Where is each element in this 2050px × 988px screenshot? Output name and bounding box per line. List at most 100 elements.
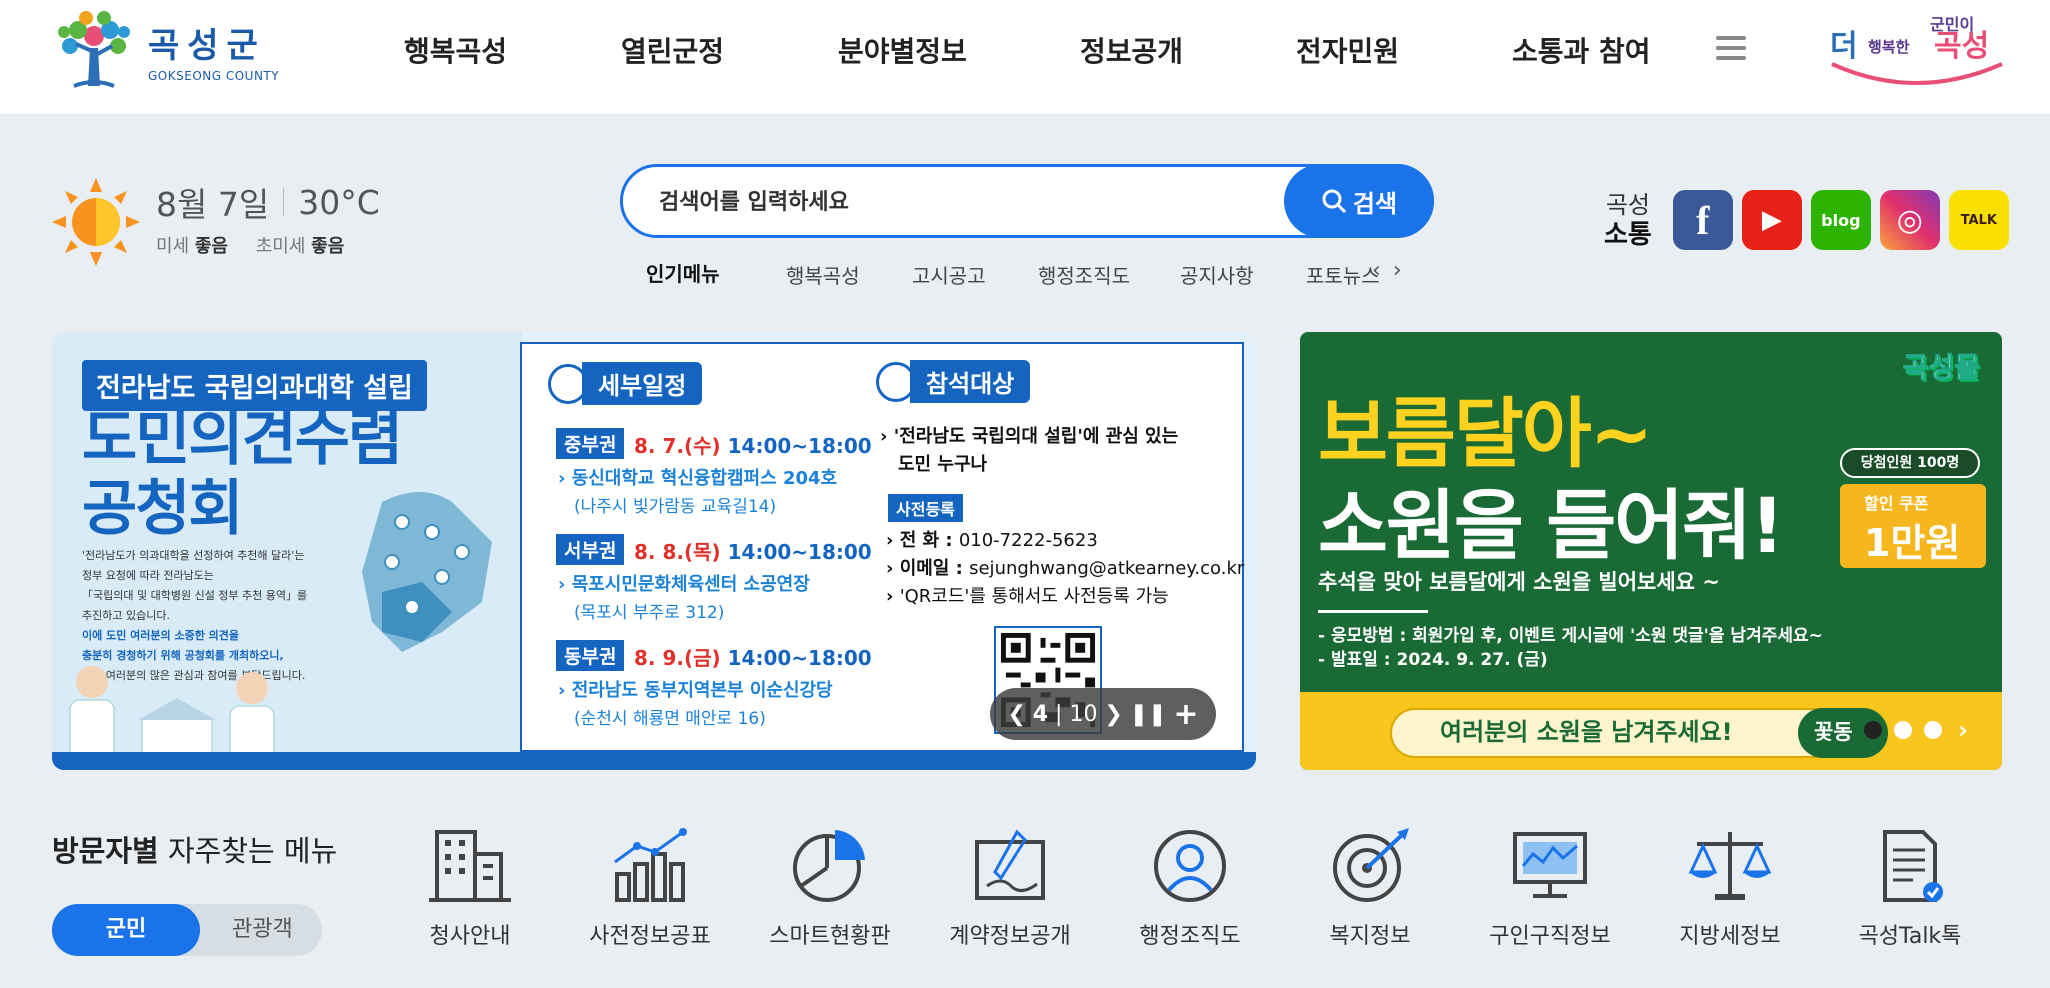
event-next-icon[interactable]: ›	[1958, 716, 1968, 744]
qr-note: 'QR코드'를 통해서도 사전등록 가능	[899, 586, 1169, 607]
quick-menu-label: 지방세정보	[1679, 924, 1781, 949]
event-info: - 응모방법 : 회원가입 후, 이벤트 게시글에 '소원 댓글'을 남겨주세요…	[1318, 624, 1823, 672]
building-icon	[429, 830, 511, 902]
attendee-title-label: 참석대상	[910, 360, 1031, 403]
search-input[interactable]	[659, 185, 1279, 219]
desc-line: 정부 요청에 따라 전라남도는	[82, 569, 214, 582]
slide-dot[interactable]	[1864, 721, 1882, 739]
popular-item[interactable]: 포토뉴스	[1306, 260, 1380, 288]
nav-happy-gokseong[interactable]: 행복곡성	[404, 30, 507, 70]
youtube-icon[interactable]: ▶	[1741, 190, 1802, 250]
next-arrow-icon[interactable]: ›	[1393, 258, 1402, 283]
popular-item[interactable]: 행정조직도	[1038, 260, 1130, 289]
schedule-place: › 목포시민문화체육센터 소공연장	[558, 574, 810, 595]
instagram-icon[interactable]: ◎	[1879, 190, 1940, 250]
quick-menu-item[interactable]: 계약정보공개	[920, 828, 1100, 950]
schedule-title-label: 세부일정	[582, 362, 703, 405]
slide-dot[interactable]	[1894, 721, 1912, 739]
quick-menu-label: 구인구직정보	[1489, 924, 1611, 949]
schedule-place: › 전라남도 동부지역본부 이순신강당	[558, 680, 833, 701]
chart-icon	[614, 828, 687, 902]
ultrafine-dust-label: 초미세	[255, 236, 306, 257]
slide-plus-icon[interactable]: +	[1173, 697, 1198, 732]
attendee-line-1: › '전라남도 국립의대 설립'에 관심 있는	[880, 426, 1179, 447]
kakaotalk-icon[interactable]: TALK	[1948, 190, 2009, 250]
schedule-place-text: 목포시민문화체육센터 소공연장	[571, 574, 810, 595]
svg-text:더: 더	[1830, 29, 1858, 64]
schedule-datetime: 8. 8.(목) 14:00~18:00	[634, 536, 872, 565]
quick-menu-item[interactable]: 행정조직도	[1100, 828, 1280, 950]
logo-title-ko: 곡성군	[148, 25, 266, 66]
slide-dot[interactable]	[1924, 721, 1942, 739]
svg-text:곡성: 곡성	[1934, 29, 1989, 64]
quick-menu-label: 행정조직도	[1139, 924, 1241, 949]
sns-label-line1: 곡성	[1605, 191, 1650, 219]
quick-menu-item[interactable]: 스마트현황판	[740, 828, 920, 950]
visitor-toggle: 군민 관광객	[52, 904, 322, 956]
schedule-date: 8. 9.(금)	[634, 646, 721, 670]
site-logo[interactable]: 곡성군 GOKSEONG COUNTY	[52, 8, 279, 92]
facebook-icon[interactable]: f	[1672, 190, 1733, 250]
weather-temperature: 30°C	[298, 182, 380, 222]
blog-icon[interactable]: blog	[1810, 190, 1871, 250]
youtube-glyph: ▶	[1761, 205, 1782, 235]
nav-info-disclosure[interactable]: 정보공개	[1080, 30, 1183, 70]
slide-next-icon[interactable]: ❯	[1104, 702, 1122, 727]
tab-citizen[interactable]: 군민	[52, 904, 200, 956]
nav-open-admin[interactable]: 열린군정	[621, 30, 724, 70]
quick-menu-item[interactable]: 지방세정보	[1640, 828, 1820, 950]
logo-title-en: GOKSEONG COUNTY	[148, 68, 280, 83]
korea-map-illustration	[362, 492, 492, 652]
svg-text:행복한: 행복한	[1868, 38, 1910, 56]
email-value: sejunghwang@atkearney.co.kr	[969, 558, 1245, 579]
all-menu-icon[interactable]	[1716, 36, 1746, 60]
slide-total: 10	[1069, 701, 1098, 727]
schedule-time: 14:00~18:00	[727, 434, 872, 458]
quick-menu-item[interactable]: 복지정보	[1280, 828, 1460, 950]
slogan-logo: 군민이 더 행복한 곡성	[1830, 15, 2003, 85]
tab-tourist[interactable]: 관광객	[232, 904, 293, 956]
schedule-time: 14:00~18:00	[727, 540, 872, 564]
quick-menu-item[interactable]: 청사안내	[380, 828, 560, 950]
person-icon	[1154, 830, 1226, 902]
pie-icon	[793, 830, 865, 902]
quick-menu-item[interactable]: 곡성Talk톡	[1820, 828, 2000, 950]
attendee-text: '전라남도 국립의대 설립'에 관심 있는	[893, 426, 1179, 447]
schedule-title: 세부일정	[548, 362, 703, 405]
monitor-icon	[1513, 832, 1587, 898]
quick-menu-title: 방문자별 자주찾는 메뉴	[52, 828, 337, 870]
quick-menu-label: 복지정보	[1329, 924, 1411, 949]
slide-controls: ❮ 4 | 10 ❯ ❚❚ +	[990, 688, 1216, 740]
event-headline-2: 소원을 들어줘!	[1318, 481, 1785, 570]
quick-menu-item[interactable]: 구인구직정보	[1460, 828, 1640, 950]
event-banner[interactable]: 곡성몰 보름달아~ 소원을 들어줘! 추석을 맞아 보름달에게 소원을 빌어보세…	[1300, 332, 2002, 770]
slide-prev-icon[interactable]: ❮	[1007, 702, 1025, 727]
event-pill: 여러분의 소원을 남겨주세요!	[1390, 708, 1860, 758]
popular-item[interactable]: 공지사항	[1180, 260, 1254, 289]
qr-note-line: › 'QR코드'를 통해서도 사전등록 가능	[886, 586, 1169, 607]
weather-widget: 8월 7일 30°C 미세 좋음 초미세 좋음	[52, 178, 380, 266]
email-line: › 이메일 : sejunghwang@atkearney.co.kr	[886, 558, 1245, 579]
nav-e-civil[interactable]: 전자민원	[1296, 30, 1399, 70]
nav-communication[interactable]: 소통과 참여	[1512, 30, 1651, 70]
fine-dust-label: 미세	[156, 236, 190, 257]
attendee-line-2: 도민 누구나	[898, 454, 988, 475]
banner-bottom-stripe	[52, 752, 1256, 770]
schedule-place-text: 전라남도 동부지역본부 이순신강당	[571, 680, 833, 701]
kakaotalk-glyph: TALK	[1960, 212, 1997, 228]
search-button[interactable]: 검색	[1284, 164, 1434, 238]
popular-item[interactable]: 고시공고	[912, 260, 986, 289]
slide-pause-icon[interactable]: ❚❚	[1130, 702, 1167, 727]
nav-field-info[interactable]: 분야별정보	[838, 30, 967, 70]
tree-logo-icon	[58, 11, 130, 88]
facebook-glyph: f	[1696, 197, 1710, 243]
weather-divider	[283, 188, 285, 216]
search-button-label: 검색	[1352, 189, 1398, 218]
quick-menu-label: 곡성Talk톡	[1858, 924, 1962, 949]
slide-current: 4	[1032, 701, 1049, 727]
schedule-date: 8. 7.(수)	[634, 434, 721, 458]
popular-item[interactable]: 행복곡성	[786, 260, 860, 289]
prev-arrow-icon[interactable]: ‹	[1372, 258, 1381, 283]
quick-menu-item[interactable]: 사전정보공표	[560, 828, 740, 950]
desc-line: 이에 도민 여러분의 소중한 의견을	[82, 629, 239, 642]
